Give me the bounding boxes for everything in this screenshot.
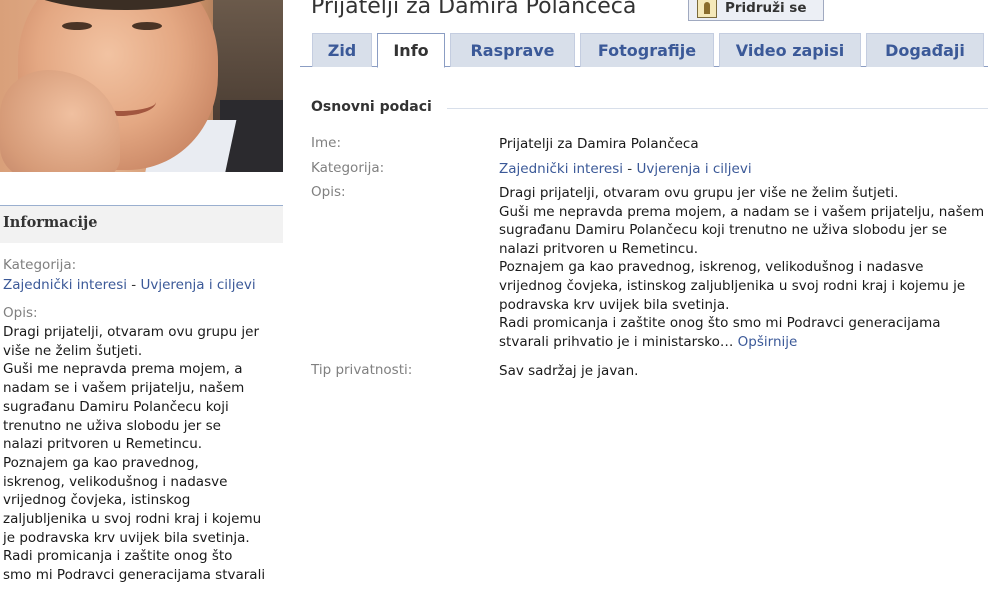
join-group-label: Pridruži se <box>725 0 807 16</box>
sidebar-info-header: Informacije <box>0 205 283 243</box>
sidebar-description-line: sugrađanu Damiru Polančecu koji <box>3 398 229 415</box>
sidebar-description-line: više ne želim šutjeti. <box>3 342 143 359</box>
category-value: Zajednički interesi - Uvjerenja i ciljev… <box>499 160 988 179</box>
sidebar-description-line: iskrenog, velikodušnog i nadasve <box>3 473 228 490</box>
photo-eye-right <box>132 22 162 30</box>
section-divider <box>447 108 988 109</box>
sidebar-description: Dragi prijatelji, otvaram ovu grupu jer … <box>3 323 273 585</box>
page-title: Prijatelji za Damira Polančeca <box>311 0 637 19</box>
photo-eye-left <box>62 22 92 30</box>
more-link[interactable]: Opširnije <box>738 334 798 350</box>
description-line: Guši me nepravda prema mojem, a nadam se… <box>499 203 985 220</box>
sidebar-description-line: zaljubljenika u svoj rodni kraj i kojemu <box>3 511 262 528</box>
sidebar-description-line: Dragi prijatelji, otvaram ovu grupu jer <box>3 324 260 340</box>
sidebar-description-line: je podravska krv uvijek bila svetinja. <box>3 529 250 546</box>
tab-dogadaji[interactable]: Događaji <box>866 33 984 67</box>
description-line: podravska krv uvijek bila svetinja. <box>499 296 730 313</box>
description-line: stvarali prihvatio je i ministarsko… <box>499 333 734 350</box>
tab-info[interactable]: Info <box>377 33 445 68</box>
description-label: Opis: <box>311 184 346 200</box>
sidebar-description-line: Radi promicanja i zaštite onog što <box>3 548 233 565</box>
join-group-button[interactable]: Pridruži se <box>688 0 824 21</box>
sidebar-category-link-1[interactable]: Zajednički interesi <box>3 277 127 293</box>
description-line: Dragi prijatelji, otvaram ovu grupu jer … <box>499 185 899 201</box>
tab-video-zapisi[interactable]: Video zapisi <box>719 33 861 67</box>
sidebar-info-box: Informacije Kategorija: Zajednički inter… <box>0 205 283 585</box>
sidebar-category-links: Zajednički interesi - Uvjerenja i ciljev… <box>3 275 280 295</box>
description-line: Poznajem ga kao pravednog, iskrenog, vel… <box>499 259 924 276</box>
name-value: Prijatelji za Damira Polančeca <box>499 136 699 152</box>
privacy-value: Sav sadržaj je javan. <box>499 363 639 379</box>
tab-zid[interactable]: Zid <box>312 33 372 67</box>
privacy-label: Tip privatnosti: <box>311 362 413 378</box>
sidebar-description-line: trenutno ne uživa slobodu jer se <box>3 417 221 434</box>
sidebar-description-line: Guši me nepravda prema mojem, a <box>3 361 243 378</box>
description-line: sugrađanu Damiru Polančecu koji trenutno… <box>499 222 948 239</box>
description-value: Dragi prijatelji, otvaram ovu grupu jer … <box>499 184 988 351</box>
category-separator: - <box>623 161 637 177</box>
description-line-last: stvarali prihvatio je i ministarsko… Opš… <box>499 333 988 352</box>
sidebar-description-label: Opis: <box>3 305 38 321</box>
sidebar-description-line: smo mi Podravci generacijama stvarali <box>3 567 266 584</box>
category-label: Kategorija: <box>311 160 385 176</box>
tab-fotografije[interactable]: Fotografije <box>580 33 714 67</box>
sidebar-category-separator: - <box>127 277 141 293</box>
sidebar-description-line: Poznajem ga kao pravednog, <box>3 454 199 471</box>
sidebar-category-label: Kategorija: <box>3 257 77 273</box>
sidebar-description-line: nadam se i vašem prijatelju, našem <box>3 380 245 397</box>
name-label: Ime: <box>311 135 341 151</box>
sidebar-info-body: Kategorija: Zajednički interesi - Uvjere… <box>0 243 283 585</box>
sidebar-category-link-2[interactable]: Uvjerenja i ciljevi <box>140 277 255 293</box>
sidebar-info-heading: Informacije <box>3 214 98 231</box>
tab-bar: Zid Info Rasprave Fotografije Video zapi… <box>300 33 988 68</box>
profile-photo[interactable] <box>0 0 283 172</box>
description-line: nalazi pritvoren u Remetincu. <box>499 240 699 257</box>
tab-rasprave[interactable]: Rasprave <box>450 33 575 67</box>
section-title: Osnovni podaci <box>311 99 432 115</box>
category-link-1[interactable]: Zajednički interesi <box>499 161 623 177</box>
description-line: Radi promicanja i zaštite onog što smo m… <box>499 315 941 332</box>
category-link-2[interactable]: Uvjerenja i ciljevi <box>636 161 751 177</box>
sidebar-description-line: vrijednog čovjeka, istinskog <box>3 492 191 509</box>
join-group-icon <box>697 0 717 18</box>
sidebar-description-line: nalazi pritvoren u Remetincu. <box>3 436 203 453</box>
description-line: vrijednog čovjeka, istinskog zaljubljeni… <box>499 277 966 294</box>
